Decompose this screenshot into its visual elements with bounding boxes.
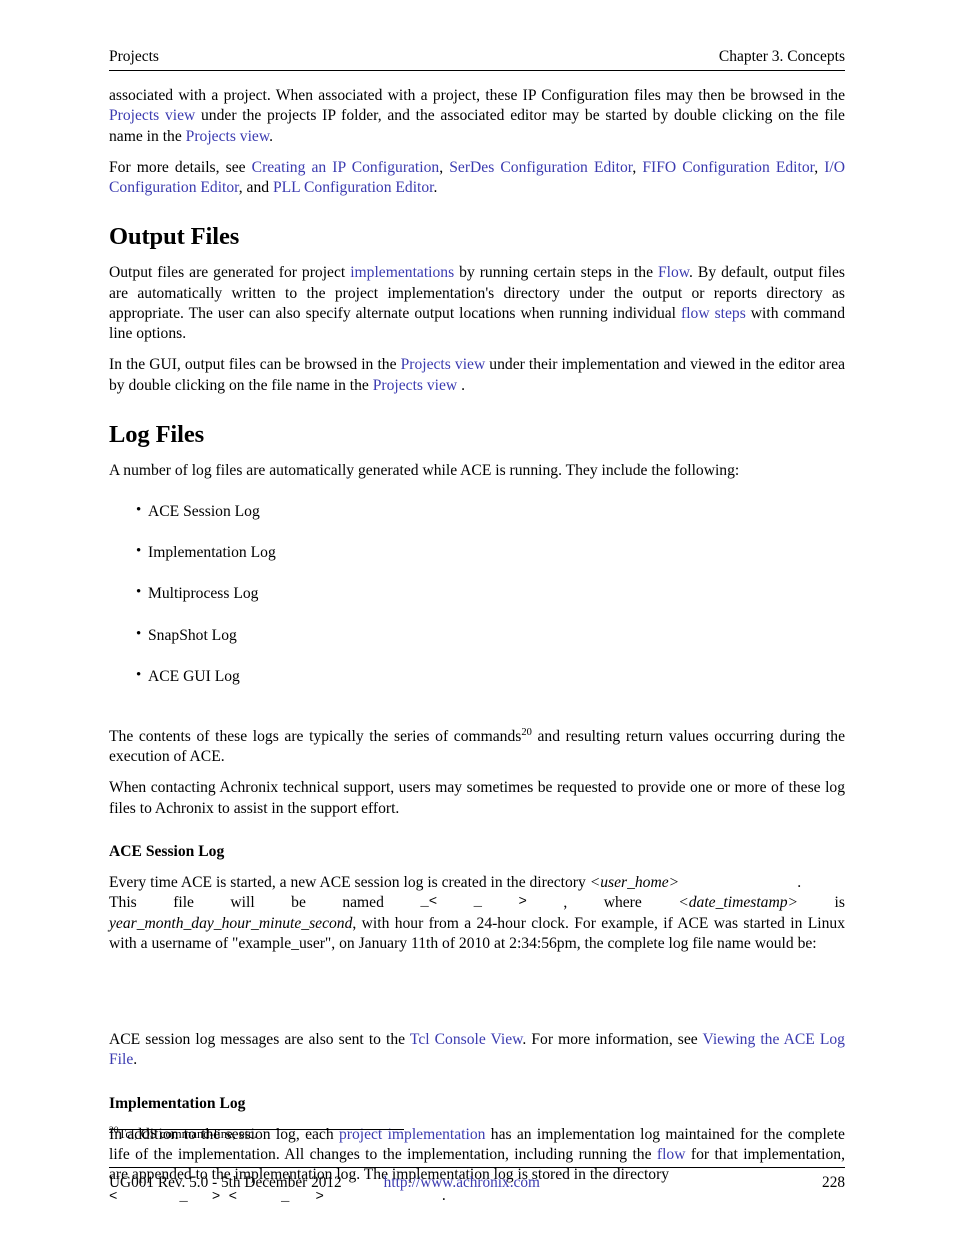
w-where: where xyxy=(603,894,642,912)
page-footer: UG001 Rev. 5.0 - 5th December 2012 http:… xyxy=(109,1174,845,1192)
paragraph-ace-session-1: Every time ACE is started, a new ACE ses… xyxy=(109,873,845,893)
paragraph-log-intro: A number of log files are automatically … xyxy=(109,461,740,479)
running-header-right: Chapter 3. Concepts xyxy=(718,48,845,65)
link-serdes-configuration-editor[interactable]: SerDes Configuration Editor xyxy=(449,159,632,176)
link-projects-view[interactable]: Projects view xyxy=(109,107,195,124)
w-is: is xyxy=(834,894,845,912)
log-files-list: ACE Session Log Implementation Log Multi… xyxy=(109,502,845,685)
document-page: Projects Chapter 3. Concepts associated … xyxy=(0,0,954,1235)
sep-5: . xyxy=(433,179,438,197)
link-flow-steps[interactable]: flow steps xyxy=(681,305,746,322)
heading-output-files: Output Files xyxy=(109,223,240,251)
link-flow[interactable]: Flow xyxy=(658,264,689,281)
w-close-bracket: > xyxy=(518,894,527,911)
heading-implementation-log: Implementation Log xyxy=(109,1094,246,1112)
sep-1: , xyxy=(439,158,450,176)
link-projects-view-3[interactable]: Projects view xyxy=(401,356,486,373)
w-this: This xyxy=(109,894,137,912)
link-implementations[interactable]: implementations xyxy=(350,264,454,281)
running-header: Projects Chapter 3. Concepts xyxy=(109,48,845,72)
footnote-text: Tcl, OS command-line, etc. xyxy=(118,1127,257,1141)
list-item: SnapShot Log xyxy=(109,626,845,644)
running-header-left: Projects xyxy=(109,48,159,65)
heading-log-files: Log Files xyxy=(109,420,205,448)
ace-session-text-a: Every time ACE is started, a new ACE ses… xyxy=(109,874,590,892)
sep-3: , xyxy=(814,158,825,176)
paragraph-ace-session-3: ACE session log messages are also sent t… xyxy=(109,1030,845,1071)
link-fifo-configuration-editor[interactable]: FIFO Configuration Editor xyxy=(642,159,814,176)
paragraph-output-2: In the GUI, output files can be browsed … xyxy=(109,355,845,396)
link-projects-view-4[interactable]: Projects view xyxy=(373,377,457,394)
more-details-text: For more details, see xyxy=(109,158,252,176)
w-comma: , xyxy=(563,894,568,912)
footnote-number: 20 xyxy=(109,1125,119,1136)
footnote: 20Tcl, OS command-line, etc. xyxy=(109,1125,257,1142)
paragraph-ace-session-2: year_month_day_hour_minute_second, with … xyxy=(109,914,845,955)
link-projects-view-2[interactable]: Projects view xyxy=(186,128,269,145)
sep-4: , and xyxy=(238,179,273,197)
link-creating-ip-configuration[interactable]: Creating an IP Configuration xyxy=(252,159,440,176)
link-tcl-console-view[interactable]: Tcl Console View xyxy=(410,1031,523,1048)
page-content: Projects Chapter 3. Concepts associated … xyxy=(109,48,845,1206)
footer-rule xyxy=(109,1167,845,1168)
paragraph-ace-session-line2: This file will be named _< _ > , where <… xyxy=(109,893,845,913)
var-user-home: <user_home> xyxy=(589,874,680,892)
paragraph-log-contents: The contents of these logs are typically… xyxy=(109,727,845,768)
paragraph-output-1: Output files are generated for project i… xyxy=(109,263,845,344)
heading-ace-session-log: ACE Session Log xyxy=(109,842,225,860)
output-text-b: by running certain steps in the xyxy=(454,264,658,282)
var-date-timestamp: <date_timestamp> xyxy=(678,894,799,912)
paragraph-intro-1: associated with a project. When associat… xyxy=(109,86,845,147)
ace-session2-c: . xyxy=(133,1051,138,1069)
link-pll-configuration-editor[interactable]: PLL Configuration Editor xyxy=(273,179,434,196)
footer-revision: UG001 Rev. 5.0 - 5th December 2012 xyxy=(109,1174,342,1191)
intro-text-c: . xyxy=(269,127,273,145)
list-item: ACE GUI Log xyxy=(109,667,845,685)
footnote-marker-20[interactable]: 20 xyxy=(521,727,532,738)
output-text-a: Output files are generated for project xyxy=(109,264,351,282)
ace-session2-b: . For more information, see xyxy=(522,1031,703,1049)
paragraph-log-support: When contacting Achronix technical suppo… xyxy=(109,779,845,817)
footer-page-number: 228 xyxy=(822,1174,845,1191)
intro-text-a: associated with a project. When associat… xyxy=(109,87,845,105)
w-open-bracket: _< xyxy=(420,894,438,911)
paragraph-intro-2: For more details, see Creating an IP Con… xyxy=(109,158,845,199)
w-be: be xyxy=(291,894,306,912)
list-item: Implementation Log xyxy=(109,543,845,561)
sep-2: , xyxy=(632,158,643,176)
w-underscore: _ xyxy=(473,894,483,911)
footer-url-link[interactable]: http://www.achronix.com xyxy=(384,1174,540,1192)
ace-session2-a: ACE session log messages are also sent t… xyxy=(109,1031,410,1049)
var-year-month-day: year_month_day_hour_minute_second xyxy=(109,914,353,932)
log-contents-a: The contents of these logs are typically… xyxy=(109,727,522,745)
w-file: file xyxy=(173,894,194,912)
list-item: Multiprocess Log xyxy=(109,584,845,602)
output2-text-c: . xyxy=(457,376,465,394)
link-flow-2[interactable]: flow xyxy=(657,1146,686,1163)
list-item: ACE Session Log xyxy=(109,502,845,520)
w-will: will xyxy=(230,894,255,912)
ace-session-text-b: . xyxy=(797,874,802,892)
output2-text-a: In the GUI, output files can be browsed … xyxy=(109,356,401,374)
w-named: named xyxy=(342,894,384,912)
